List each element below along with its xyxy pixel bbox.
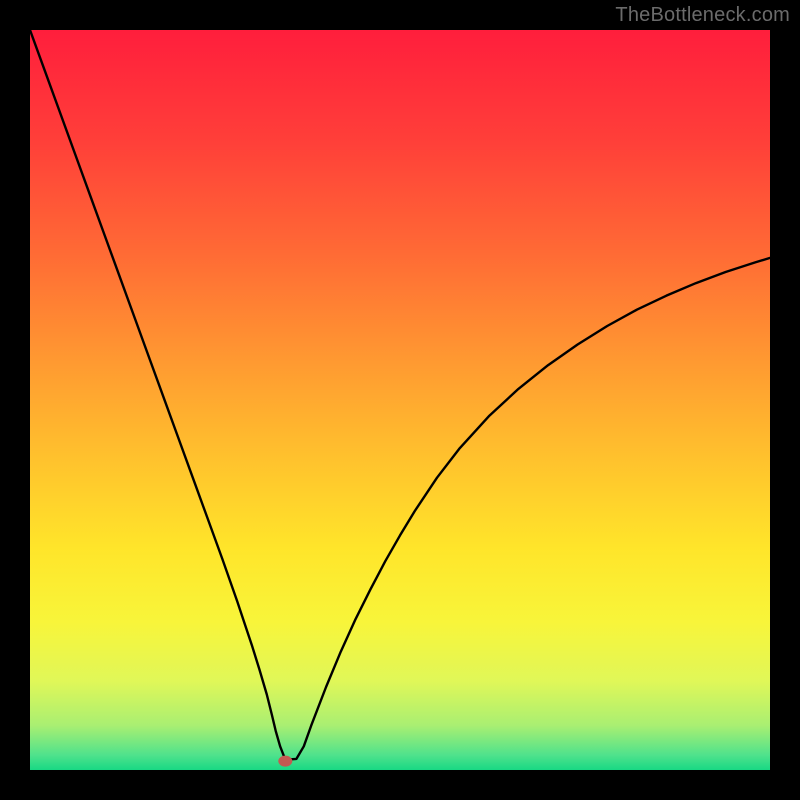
chart-svg	[30, 30, 770, 770]
watermark-text: TheBottleneck.com	[615, 4, 790, 27]
chart-frame: TheBottleneck.com	[0, 0, 800, 800]
plot-area	[30, 30, 770, 770]
optimum-marker	[278, 756, 292, 767]
gradient-background	[30, 30, 770, 770]
